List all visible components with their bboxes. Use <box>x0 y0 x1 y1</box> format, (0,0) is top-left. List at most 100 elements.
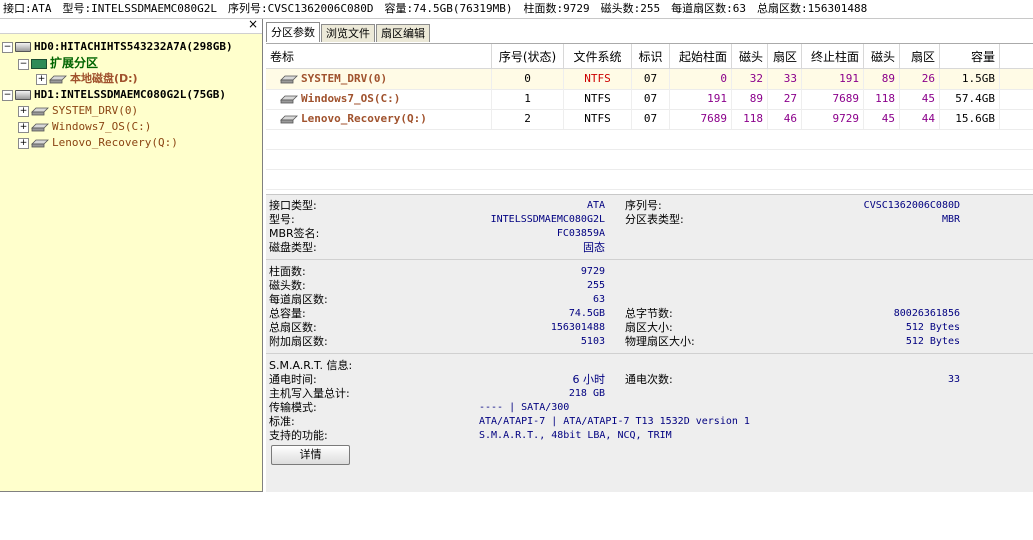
sector-size-value: 512 Bytes <box>905 322 960 333</box>
expand-icon[interactable]: + <box>18 105 29 117</box>
volume-icon <box>280 115 298 124</box>
table-cell-start-head: 32 <box>732 69 768 89</box>
details-button[interactable]: 详情 <box>271 445 350 465</box>
sectors-per-track-text: 每道扇区数:63 <box>671 2 747 15</box>
col-header-capacity[interactable]: 容量 <box>940 44 1000 68</box>
table-cell-id: 07 <box>632 109 670 129</box>
transfer-mode-value: ---- | SATA/300 <box>479 402 570 413</box>
disk-tree-panel: × − HD0:HITACHIHTS543232A7A(298GB) − 扩展分区 … <box>0 17 263 492</box>
col-header-id[interactable]: 标识 <box>632 44 670 68</box>
col-header-index[interactable]: 序号(状态) <box>492 44 564 68</box>
volume-icon <box>280 95 298 104</box>
col-header-label[interactable]: 卷标 <box>266 44 492 68</box>
table-cell-start-cylinder: 191 <box>670 89 732 109</box>
expand-icon[interactable]: + <box>18 121 29 133</box>
total-sectors-text: 总扇区数:156301488 <box>757 2 868 15</box>
capacity-text: 容量:74.5GB(76319MB) <box>384 2 513 15</box>
volume-icon <box>31 139 49 148</box>
table-cell-start-sector: 27 <box>768 89 802 109</box>
heads-label: 磁头数: <box>269 279 306 292</box>
close-icon[interactable]: × <box>248 17 258 31</box>
tab-bar: 分区参数 浏览文件 扇区编辑 <box>266 22 431 42</box>
table-cell-end-sector: 44 <box>900 109 940 129</box>
tree-item-extended-partition[interactable]: − 扩展分区 <box>18 55 98 71</box>
mbr-signature-label: MBR签名: <box>269 227 320 240</box>
collapse-icon[interactable]: − <box>18 58 29 70</box>
col-header-start-cylinder[interactable]: 起始柱面 <box>670 44 732 68</box>
cylinders-label: 柱面数: <box>269 265 306 278</box>
expand-icon[interactable]: + <box>18 137 29 149</box>
tree-panel-header: × <box>0 17 262 34</box>
table-cell-capacity: 57.4GB <box>940 89 1000 109</box>
col-header-start-head[interactable]: 磁头 <box>732 44 768 68</box>
physical-sector-size-value: 512 Bytes <box>905 336 960 347</box>
tree-item-system-drv[interactable]: + SYSTEM_DRV(0) <box>18 103 138 119</box>
tab-partition-params[interactable]: 分区参数 <box>266 22 320 42</box>
volume-name: SYSTEM_DRV(0) <box>301 72 388 85</box>
collapse-icon[interactable]: − <box>2 89 13 101</box>
col-header-end-cylinder[interactable]: 终止柱面 <box>802 44 864 68</box>
total-capacity-label: 总容量: <box>269 307 306 320</box>
table-cell-filesystem: NTFS <box>564 89 632 109</box>
heads-text: 磁头数:255 <box>600 2 661 15</box>
table-cell-id: 07 <box>632 89 670 109</box>
sectors-per-track-value: 63 <box>592 294 605 305</box>
table-cell-index: 2 <box>492 109 564 129</box>
table-cell-label: SYSTEM_DRV(0) <box>266 69 492 89</box>
col-header-start-sector[interactable]: 扇区 <box>768 44 802 68</box>
table-cell-end-head: 45 <box>864 109 900 129</box>
table-cell-end-sector: 45 <box>900 89 940 109</box>
power-on-time-label: 通电时间: <box>269 373 317 386</box>
table-cell-filesystem: NTFS <box>564 69 632 89</box>
col-header-end-head[interactable]: 磁头 <box>864 44 900 68</box>
col-header-filesystem[interactable]: 文件系统 <box>564 44 632 68</box>
table-cell-capacity: 1.5GB <box>940 69 1000 89</box>
table-cell-label: Lenovo_Recovery(Q:) <box>266 109 492 129</box>
tree-item-hd0[interactable]: − HD0:HITACHIHTS543232A7A(298GB) <box>2 39 233 55</box>
disk-details-panel: 接口类型: ATA 序列号: CVSC1362006C080D 型号: INTE… <box>266 194 1033 492</box>
model-text: 型号:INTELSSDMAEMC080G2L <box>62 2 217 15</box>
hard-disk-icon <box>15 42 31 52</box>
table-cell-end-head: 118 <box>864 89 900 109</box>
partition-table-type-value: MBR <box>941 214 960 225</box>
tree-item-lenovo-recovery[interactable]: + Lenovo_Recovery(Q:) <box>18 135 178 151</box>
table-cell-start-sector: 46 <box>768 109 802 129</box>
expand-icon[interactable]: + <box>36 73 47 85</box>
total-bytes-label: 总字节数: <box>625 307 673 320</box>
tab-browse-files[interactable]: 浏览文件 <box>321 24 375 42</box>
disk-type-label: 磁盘类型: <box>269 241 317 254</box>
transfer-mode-label: 传输模式: <box>269 401 317 414</box>
partition-table-type-label: 分区表类型: <box>625 213 684 226</box>
serial-text: 序列号:CVSC1362006C080D <box>227 2 374 15</box>
tree-item-label: Windows7_OS(C:) <box>52 120 152 133</box>
table-cell-end-sector: 26 <box>900 69 940 89</box>
table-row[interactable]: Lenovo_Recovery(Q:) 2 NTFS 07 7689 118 4… <box>266 109 1033 130</box>
extended-partition-icon <box>31 59 47 69</box>
tree-item-hd1[interactable]: − HD1:INTELSSDMAEMC080G2L(75GB) <box>2 87 226 103</box>
total-capacity-value: 74.5GB <box>568 308 605 319</box>
tab-sector-edit[interactable]: 扇区编辑 <box>376 24 430 42</box>
hard-disk-icon <box>15 90 31 100</box>
heads-value: 255 <box>586 280 605 291</box>
tree-item-windows7-os[interactable]: + Windows7_OS(C:) <box>18 119 151 135</box>
collapse-icon[interactable]: − <box>2 41 13 53</box>
divider <box>266 259 1033 260</box>
smart-info-label: S.M.A.R.T. 信息: <box>269 359 353 372</box>
tree-item-local-disk-d[interactable]: + 本地磁盘(D:) <box>36 71 138 87</box>
table-row-empty <box>266 149 1033 170</box>
table-row[interactable]: SYSTEM_DRV(0) 0 NTFS 07 0 32 33 191 89 2… <box>266 69 1033 90</box>
table-row-empty <box>266 169 1033 190</box>
table-cell-start-cylinder: 7689 <box>670 109 732 129</box>
col-header-end-sector[interactable]: 扇区 <box>900 44 940 68</box>
extra-sectors-value: 5103 <box>580 336 605 347</box>
extra-sectors-label: 附加扇区数: <box>269 335 328 348</box>
table-cell-end-cylinder: 9729 <box>802 109 864 129</box>
sector-size-label: 扇区大小: <box>625 321 673 334</box>
interface-text: 接口:ATA <box>3 2 52 15</box>
power-on-time-value: 6 小时 <box>572 373 606 386</box>
tree-item-label: SYSTEM_DRV(0) <box>52 104 139 117</box>
tree-item-label: Lenovo_Recovery(Q:) <box>52 136 178 149</box>
supported-features-value: S.M.A.R.T., 48bit LBA, NCQ, TRIM <box>479 430 672 441</box>
table-cell-index: 0 <box>492 69 564 89</box>
table-row[interactable]: Windows7_OS(C:) 1 NTFS 07 191 89 27 7689… <box>266 89 1033 110</box>
